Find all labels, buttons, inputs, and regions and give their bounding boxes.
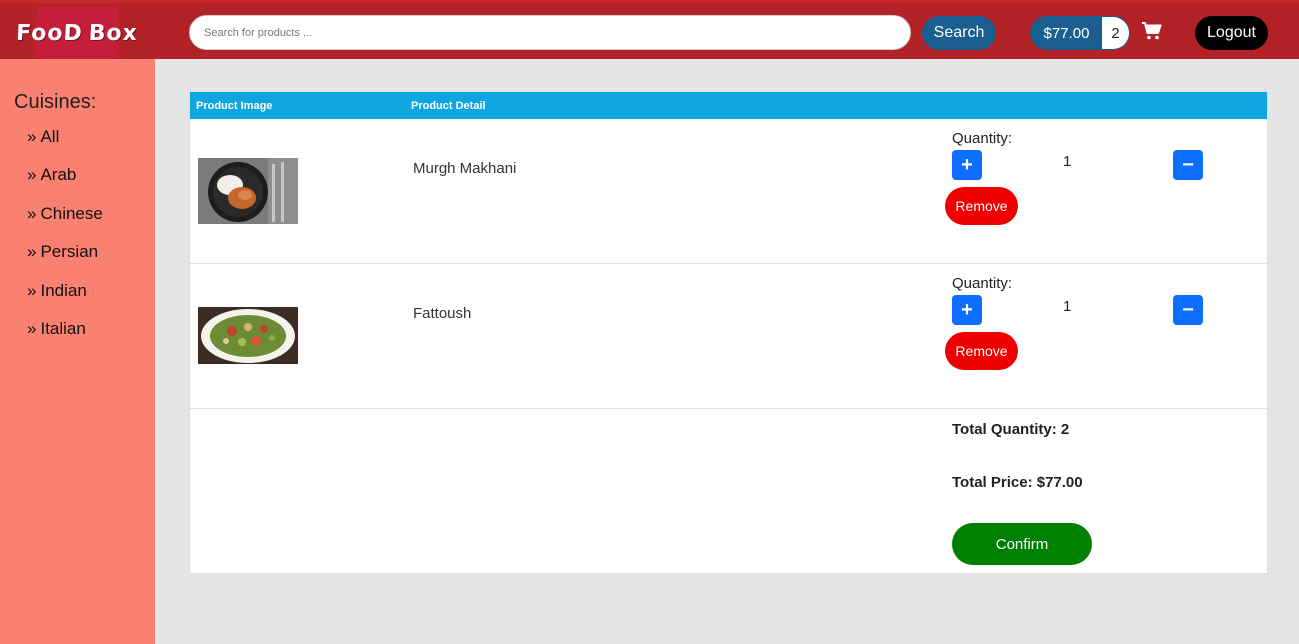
increase-quantity-button[interactable]: + (952, 150, 982, 180)
sidebar-item-label: Persian (40, 242, 99, 262)
cart-total: $77.00 (1031, 17, 1102, 49)
foodbox-logo[interactable]: FooD Box (15, 7, 139, 59)
sidebar-item-label: Arab (40, 165, 77, 185)
confirm-order-button[interactable]: Confirm (952, 523, 1092, 565)
remove-item-button[interactable]: Remove (945, 332, 1018, 370)
column-header-image: Product Image (196, 100, 273, 112)
sidebar-item-label: Chinese (40, 203, 103, 223)
minus-icon: − (1182, 153, 1194, 176)
minus-icon: − (1182, 298, 1194, 321)
search-input[interactable] (189, 15, 911, 50)
chevron-right-icon: » (27, 203, 37, 223)
sidebar-item-italian[interactable]: » Italian (27, 319, 103, 357)
top-navbar: FooD Box Search $77.00 2 Logout (0, 0, 1299, 59)
total-quantity: Total Quantity: 2 (952, 421, 1070, 438)
table-header: Product Image Product Detail (190, 92, 1267, 119)
cart-summary-button[interactable]: $77.00 2 (1030, 16, 1130, 50)
logout-button[interactable]: Logout (1195, 16, 1268, 50)
column-header-detail: Product Detail (411, 100, 486, 112)
cuisine-sidebar: Cuisines: » All » Arab » Chinese » Persian »… (0, 59, 155, 644)
plus-icon: + (961, 153, 973, 176)
table-row: Fattoush Quantity: + 1 − Remove (190, 264, 1267, 409)
increase-quantity-button[interactable]: + (952, 295, 982, 325)
sidebar-item-persian[interactable]: » Persian (27, 242, 103, 280)
total-price: Total Price: $77.00 (952, 474, 1083, 491)
sidebar-item-indian[interactable]: » Indian (27, 281, 103, 319)
chevron-right-icon: » (27, 127, 37, 146)
sidebar-item-label: Italian (40, 318, 86, 338)
decrease-quantity-button[interactable]: − (1173, 150, 1203, 180)
sidebar-item-arab[interactable]: » Arab (27, 165, 103, 203)
sidebar-title: Cuisines: (14, 91, 97, 113)
sidebar-item-label: Indian (40, 280, 87, 300)
quantity-value: 1 (1063, 298, 1072, 315)
quantity-label: Quantity: (952, 275, 1013, 292)
chevron-right-icon: » (27, 165, 37, 185)
product-name: Murgh Makhani (413, 160, 517, 177)
sidebar-item-label: All (40, 127, 60, 146)
logo-text-food: FooD (15, 20, 84, 46)
shopping-cart-icon[interactable] (1141, 21, 1163, 41)
product-name: Fattoush (413, 305, 472, 322)
product-image-fattoush (198, 307, 298, 364)
table-row: Murgh Makhani Quantity: + 1 − Remove (190, 119, 1267, 264)
chevron-right-icon: » (27, 242, 37, 262)
logo-text-box: Box (88, 20, 139, 46)
cart-table: Product Image Product Detail Murgh Makha… (189, 91, 1268, 574)
remove-item-button[interactable]: Remove (945, 187, 1018, 225)
plus-icon: + (961, 298, 973, 321)
chevron-right-icon: » (27, 280, 37, 300)
sidebar-item-all[interactable]: » All (27, 127, 103, 165)
quantity-value: 1 (1063, 153, 1072, 170)
search-button[interactable]: Search (922, 16, 996, 50)
cart-count-badge: 2 (1102, 17, 1129, 49)
sidebar-item-chinese[interactable]: » Chinese (27, 204, 103, 242)
cuisine-list: » All » Arab » Chinese » Persian » Indian » It… (27, 127, 103, 357)
decrease-quantity-button[interactable]: − (1173, 295, 1203, 325)
product-image-murgh-makhani (198, 158, 298, 224)
chevron-right-icon: » (27, 318, 37, 338)
quantity-label: Quantity: (952, 130, 1013, 147)
